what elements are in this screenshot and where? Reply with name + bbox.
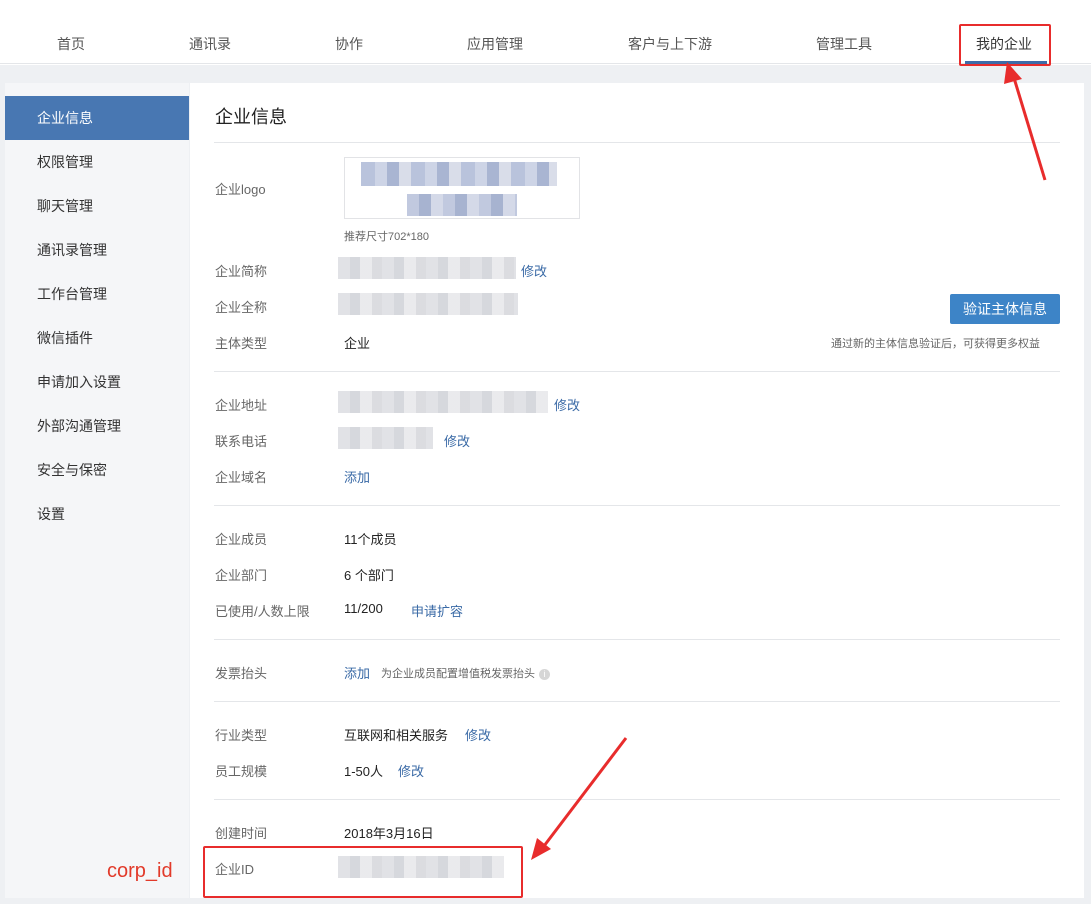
address-label: 企业地址	[215, 398, 268, 413]
logo-label: 企业logo	[215, 182, 266, 197]
nav-home[interactable]: 首页	[57, 34, 85, 54]
address-value-blurred	[338, 391, 548, 413]
usage-value: 11/200	[344, 601, 383, 616]
add-domain-link[interactable]: 添加	[344, 467, 370, 486]
divider	[214, 371, 1060, 372]
nav-management-tools[interactable]: 管理工具	[816, 34, 872, 54]
nav-collaboration[interactable]: 协作	[335, 34, 363, 54]
industry-value: 互联网和相关服务	[344, 728, 449, 743]
scale-label: 员工规模	[215, 764, 268, 779]
invoice-label: 发票抬头	[215, 666, 268, 681]
sidebar-item-security[interactable]: 安全与保密	[5, 448, 189, 492]
nav-contacts[interactable]: 通讯录	[189, 34, 231, 54]
members-value: 11个成员	[344, 532, 397, 547]
phone-value-blurred	[338, 427, 433, 449]
divider	[214, 701, 1060, 702]
domain-label: 企业域名	[215, 470, 268, 485]
created-value: 2018年3月16日	[344, 826, 434, 841]
sidebar: 企业信息 权限管理 聊天管理 通讯录管理 工作台管理 微信插件 申请加入设置 外…	[5, 83, 189, 898]
edit-address-link[interactable]: 修改	[554, 395, 580, 414]
short-name-value-blurred	[338, 257, 516, 279]
verify-hint: 通过新的主体信息验证后，可获得更多权益	[831, 338, 1040, 350]
add-invoice-link[interactable]: 添加	[344, 663, 370, 682]
entity-type-value: 企业	[344, 336, 371, 351]
created-label: 创建时间	[215, 826, 268, 841]
invoice-hint-text: 为企业成员配置增值税发票抬头	[381, 668, 535, 680]
page-title: 企业信息	[215, 107, 287, 127]
divider	[214, 639, 1060, 640]
entity-type-label: 主体类型	[215, 336, 268, 351]
main-panel: 企业信息 企业logo 推荐尺寸702*180 企业简称 修改 企业全称 验证主…	[190, 83, 1084, 898]
verify-entity-button[interactable]: 验证主体信息	[950, 294, 1060, 324]
sidebar-item-settings[interactable]: 设置	[5, 492, 189, 536]
sidebar-item-contacts[interactable]: 通讯录管理	[5, 228, 189, 272]
invoice-hint: 为企业成员配置增值税发票抬头 i	[381, 665, 550, 681]
sidebar-item-workbench[interactable]: 工作台管理	[5, 272, 189, 316]
full-name-value-blurred	[338, 293, 518, 315]
sidebar-item-chat[interactable]: 聊天管理	[5, 184, 189, 228]
members-label: 企业成员	[215, 532, 268, 547]
top-navigation: 首页 通讯录 协作 应用管理 客户与上下游 管理工具 我的企业	[0, 0, 1091, 64]
sidebar-item-permissions[interactable]: 权限管理	[5, 140, 189, 184]
sidebar-item-enterprise-info[interactable]: 企业信息	[5, 96, 189, 140]
sidebar-item-wechat-plugin[interactable]: 微信插件	[5, 316, 189, 360]
nav-customers[interactable]: 客户与上下游	[628, 34, 712, 54]
short-name-label: 企业简称	[215, 264, 268, 279]
edit-phone-link[interactable]: 修改	[444, 431, 470, 450]
divider	[214, 505, 1060, 506]
sidebar-item-join-settings[interactable]: 申请加入设置	[5, 360, 189, 404]
edit-short-name-link[interactable]: 修改	[521, 261, 547, 280]
apply-expansion-link[interactable]: 申请扩容	[411, 601, 463, 620]
logo-image-blurred	[407, 194, 517, 216]
edit-scale-link[interactable]: 修改	[398, 761, 424, 780]
scale-value: 1-50人	[344, 764, 384, 779]
full-name-label: 企业全称	[215, 300, 268, 315]
departments-value: 6 个部门	[344, 568, 394, 583]
highlight-corp-id	[203, 846, 523, 898]
corp-id-annotation-label: corp_id	[107, 860, 173, 882]
divider	[214, 799, 1060, 800]
enterprise-logo[interactable]	[344, 157, 580, 219]
nav-app-management[interactable]: 应用管理	[467, 34, 523, 54]
departments-label: 企业部门	[215, 568, 268, 583]
logo-image-blurred	[361, 162, 557, 186]
logo-size-hint: 推荐尺寸702*180	[344, 231, 429, 243]
edit-industry-link[interactable]: 修改	[465, 725, 491, 744]
highlight-my-enterprise	[959, 24, 1051, 66]
industry-label: 行业类型	[215, 728, 268, 743]
divider	[214, 142, 1060, 143]
phone-label: 联系电话	[215, 434, 268, 449]
usage-label: 已使用/人数上限	[215, 604, 310, 619]
sidebar-item-external[interactable]: 外部沟通管理	[5, 404, 189, 448]
info-icon[interactable]: i	[539, 668, 550, 680]
